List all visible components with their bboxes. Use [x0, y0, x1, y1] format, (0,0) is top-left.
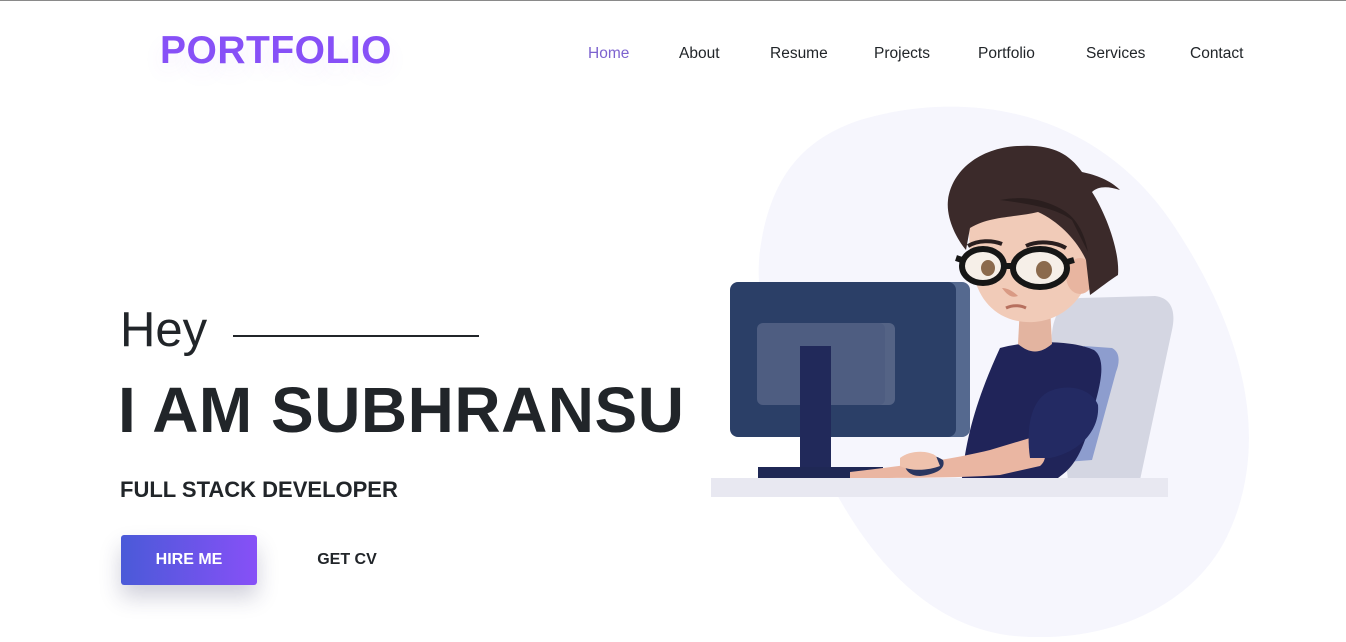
main-nav: Home About Resume Projects Portfolio Ser…	[0, 45, 1346, 65]
hero-role: FULL STACK DEVELOPER	[120, 477, 398, 502]
desk	[711, 478, 1168, 497]
site-header: PORTFOLIO Home About Resume Projects Por…	[0, 1, 1346, 97]
hero-name: I AM SUBHRANSU	[118, 374, 685, 446]
get-cv-button[interactable]: GET CV	[300, 535, 394, 585]
greeting-divider	[233, 335, 479, 337]
nav-item-services[interactable]: Services	[1086, 45, 1145, 63]
nav-item-projects[interactable]: Projects	[874, 45, 930, 63]
nav-item-portfolio[interactable]: Portfolio	[978, 45, 1035, 63]
nav-item-resume[interactable]: Resume	[770, 45, 828, 63]
developer-at-computer-illustration	[700, 100, 1270, 638]
nav-item-about[interactable]: About	[679, 45, 720, 63]
hire-me-button[interactable]: HIRE ME	[121, 535, 257, 585]
nav-item-contact[interactable]: Contact	[1190, 45, 1243, 63]
nav-item-home[interactable]: Home	[588, 45, 629, 63]
hero-greeting: Hey	[120, 303, 208, 357]
